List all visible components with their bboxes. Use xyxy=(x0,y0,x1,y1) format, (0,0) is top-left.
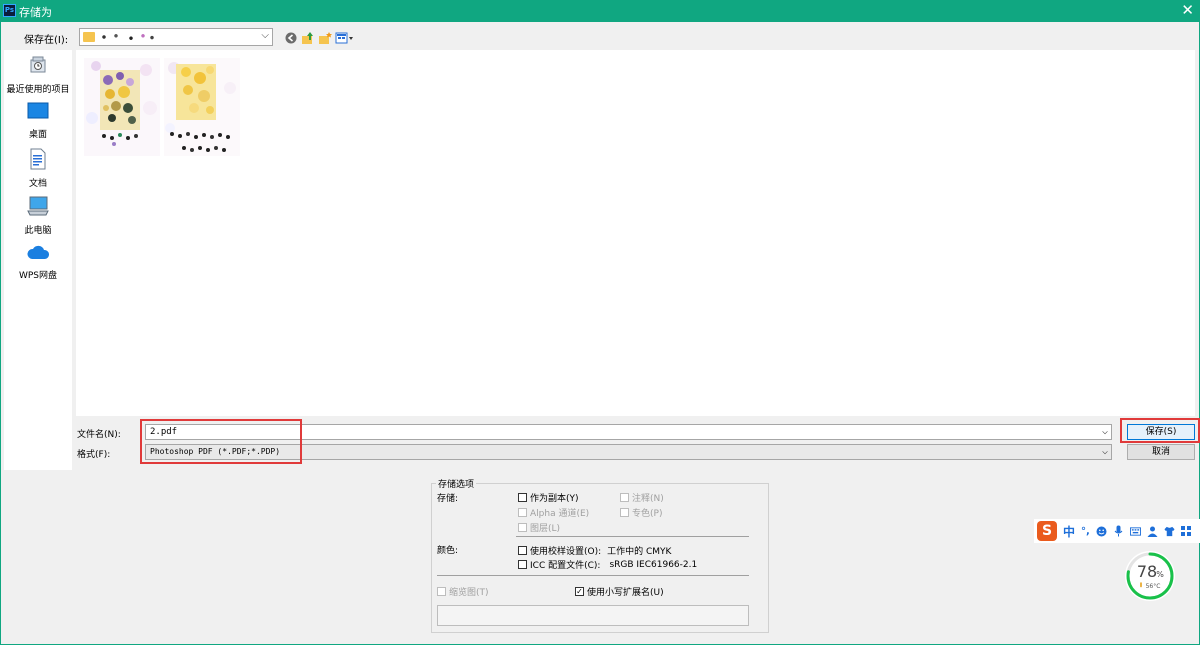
icc-profile-checkbox[interactable]: ICC 配置文件(C): sRGB IEC61966-2.1 xyxy=(518,558,697,571)
sogou-logo-icon[interactable]: S xyxy=(1037,521,1057,541)
folder-icon xyxy=(83,32,95,42)
ime-mode-toggle[interactable]: 中 xyxy=(1063,523,1075,540)
title-bar: Ps 存储为 ✕ xyxy=(0,0,1200,22)
chevron-down-icon: ⌵ xyxy=(1101,446,1108,457)
close-icon[interactable]: ✕ xyxy=(1181,2,1194,18)
grid-menu-icon[interactable] xyxy=(1181,526,1192,537)
alpha-channels-checkbox: Alpha 通道(E) xyxy=(518,506,589,519)
back-icon[interactable] xyxy=(284,31,298,45)
place-wps-cloud[interactable]: WPS网盘 xyxy=(4,242,72,281)
place-label: 最近使用的项目 xyxy=(6,85,70,95)
desktop-icon xyxy=(27,102,49,119)
notes-checkbox: 注释(N) xyxy=(620,491,664,504)
save-options-title: 存储选项 xyxy=(436,477,477,490)
chevron-down-icon[interactable]: ⌵ xyxy=(1102,425,1108,439)
use-proof-setup-checkbox[interactable]: 使用校样设置(O): 工作中的 CMYK xyxy=(518,544,671,557)
wps-cloud-icon xyxy=(27,245,50,259)
proof-value: 工作中的 CMYK xyxy=(607,547,672,557)
cancel-button[interactable]: 取消 xyxy=(1127,444,1195,460)
checkmark-icon: ✓ xyxy=(575,586,584,596)
emoji-icon[interactable] xyxy=(1096,526,1107,537)
place-label: 文档 xyxy=(28,179,47,189)
new-folder-icon[interactable] xyxy=(318,31,332,45)
chevron-down-icon: ⌵ xyxy=(261,30,269,41)
microphone-icon[interactable] xyxy=(1113,525,1124,537)
obscured-folder-name xyxy=(98,31,158,43)
place-label: 此电脑 xyxy=(24,226,52,236)
documents-icon xyxy=(30,148,46,170)
save-in-dropdown[interactable]: ⌵ xyxy=(79,28,273,46)
place-documents[interactable]: 文档 xyxy=(4,148,72,189)
as-copy-checkbox[interactable]: 作为副本(Y) xyxy=(518,491,579,504)
warning-area xyxy=(437,605,749,626)
keyboard-icon[interactable] xyxy=(1129,526,1141,537)
system-monitor-gauge[interactable]: 78 % 56°C xyxy=(1124,550,1176,602)
ime-toolbar: S 中 °, xyxy=(1034,519,1200,543)
photoshop-app-icon: Ps xyxy=(3,4,16,17)
view-menu-icon[interactable] xyxy=(335,31,355,45)
highlight-save-box xyxy=(1120,418,1200,443)
filename-label: 文件名(N): xyxy=(77,430,121,440)
gauge-percent: 78 xyxy=(1137,562,1157,581)
file-thumbnail[interactable] xyxy=(164,58,240,156)
skin-shirt-icon[interactable] xyxy=(1164,526,1175,537)
punctuation-toggle[interactable]: °, xyxy=(1081,526,1090,537)
separator xyxy=(516,536,749,537)
save-in-label: 保存在(I): xyxy=(24,35,69,46)
color-label: 颜色: xyxy=(437,546,459,556)
place-label: WPS网盘 xyxy=(18,271,58,281)
this-pc-icon xyxy=(27,196,49,216)
save-label: 存储: xyxy=(437,494,459,504)
file-list[interactable] xyxy=(76,50,1195,416)
places-bar: 最近使用的项目 桌面 文档 此电脑 WPS网盘 xyxy=(4,50,72,470)
icc-value: sRGB IEC61966-2.1 xyxy=(609,559,698,570)
separator xyxy=(437,575,749,576)
gauge-percent-unit: % xyxy=(1156,570,1164,579)
lowercase-extension-checkbox[interactable]: ✓ 使用小写扩展名(U) xyxy=(575,585,664,598)
place-recent-items[interactable]: 最近使用的项目 xyxy=(4,54,72,95)
gauge-temperature: 56°C xyxy=(1146,583,1161,590)
file-thumbnail[interactable] xyxy=(84,58,160,156)
format-label: 格式(F): xyxy=(77,450,111,460)
user-icon[interactable] xyxy=(1147,526,1158,537)
highlight-filename-box xyxy=(140,419,302,464)
nav-toolbar xyxy=(284,30,355,46)
place-this-pc[interactable]: 此电脑 xyxy=(4,195,72,236)
up-folder-icon[interactable] xyxy=(301,31,315,45)
place-label: 桌面 xyxy=(28,130,47,140)
recent-items-icon xyxy=(30,56,46,73)
window-title: 存储为 xyxy=(19,6,52,19)
place-desktop[interactable]: 桌面 xyxy=(4,101,72,140)
thumbnail-checkbox: 缩览图(T) xyxy=(437,585,489,598)
spot-colors-checkbox: 专色(P) xyxy=(620,506,662,519)
layers-checkbox: 图层(L) xyxy=(518,521,560,534)
